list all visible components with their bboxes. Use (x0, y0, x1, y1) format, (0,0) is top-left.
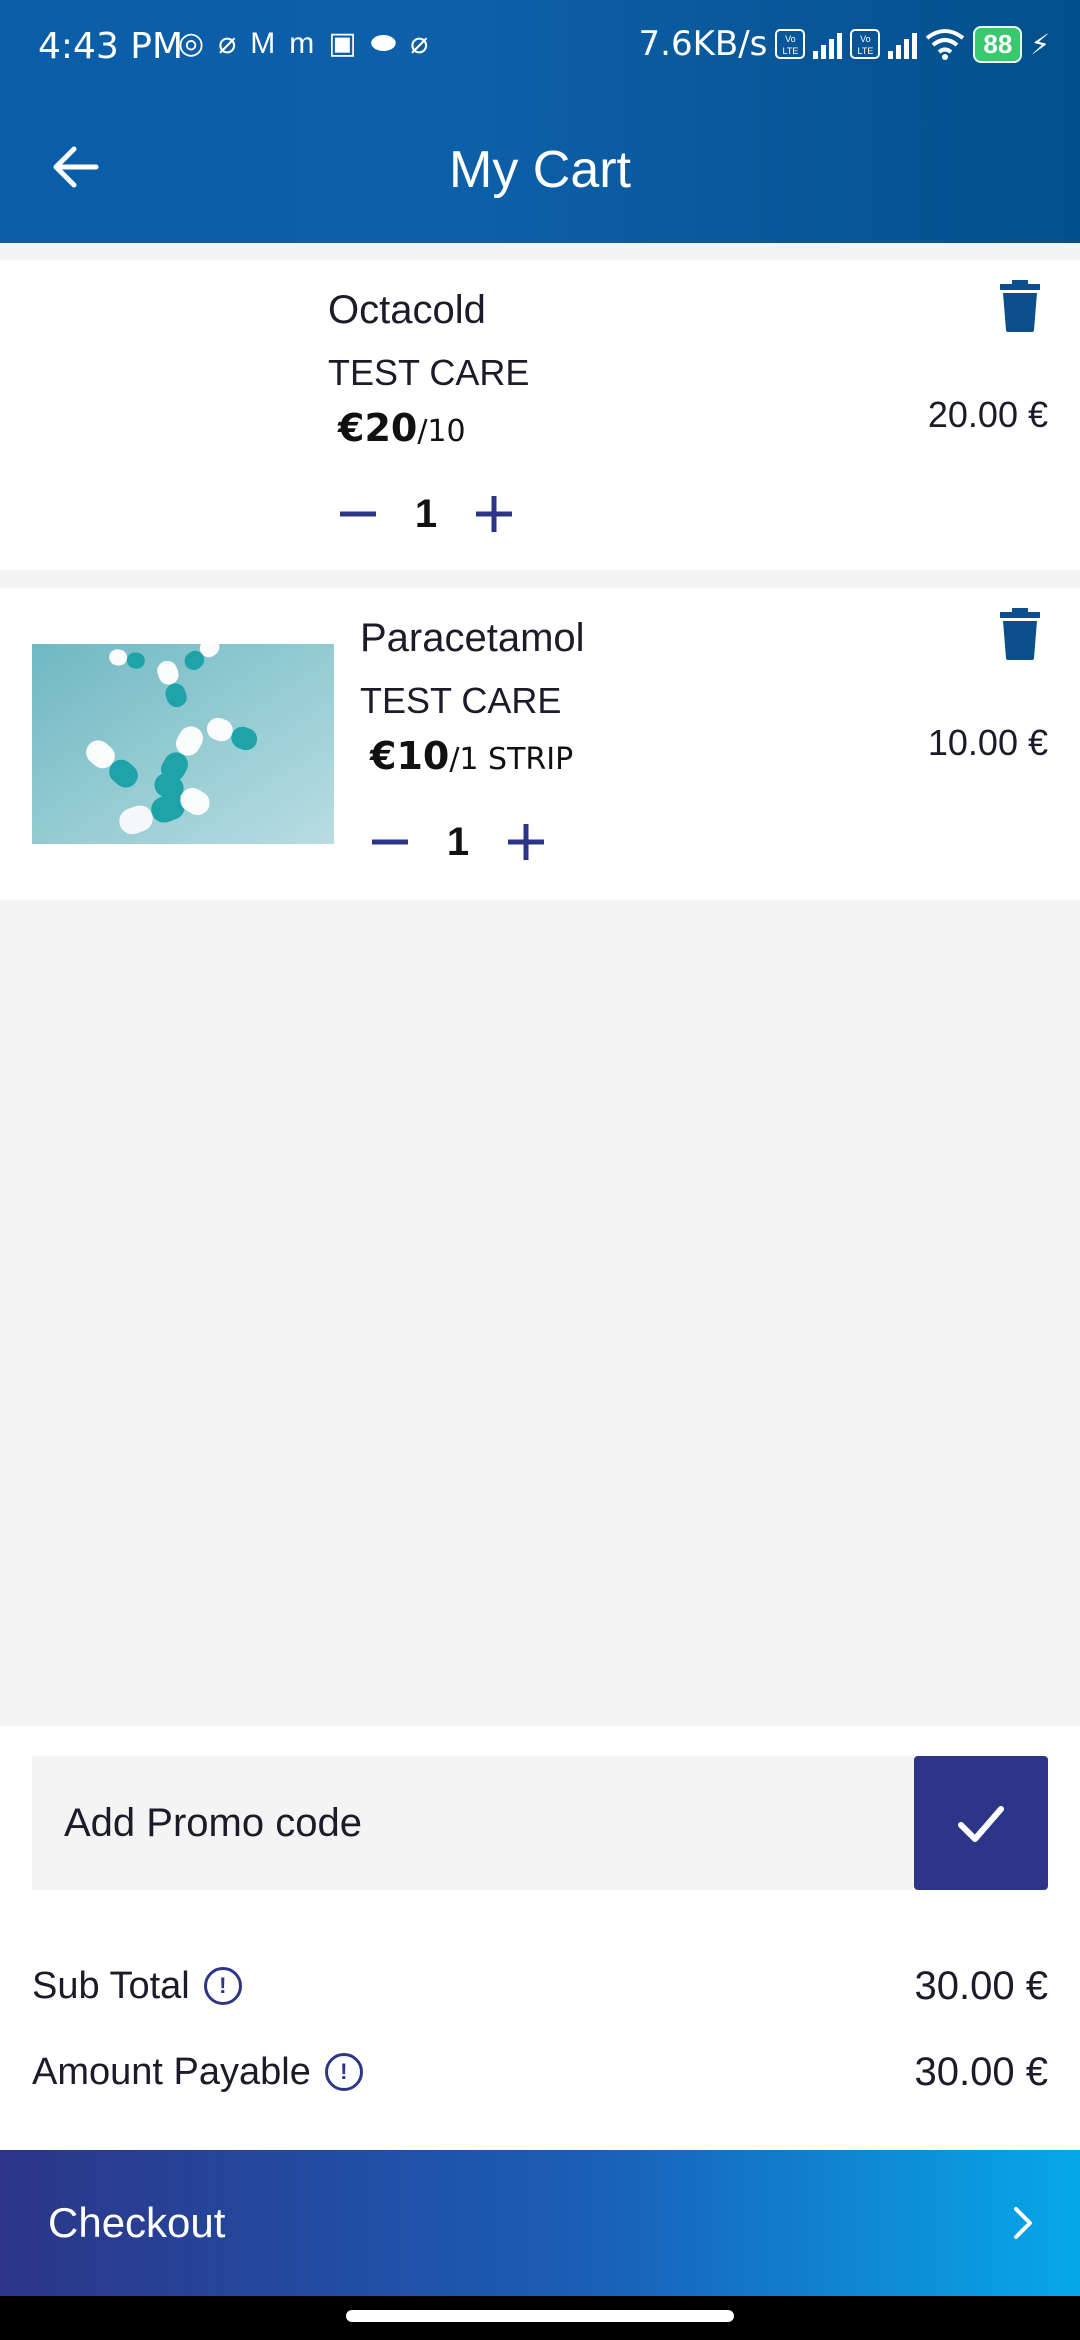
quantity-stepper: 1 (328, 484, 524, 544)
volte-icon: Vo LTE (775, 29, 806, 59)
chevron-right-icon (1014, 2207, 1032, 2239)
amount-payable-label-group: Amount Payable ! (32, 2051, 363, 2094)
checkout-label: Checkout (48, 2199, 226, 2246)
item-price: €10/1 STRIP (370, 734, 573, 778)
item-line-total: 10.00 € (927, 722, 1048, 763)
charging-icon: ⚡ (1030, 28, 1050, 60)
cart-item: Octacold TEST CARE €20/10 1 20.00 € (0, 260, 1080, 570)
delete-icon[interactable] (998, 280, 1042, 332)
item-line-total: 20.00 € (927, 394, 1048, 435)
app-notification-icon-2: ⌀ (410, 27, 429, 60)
plus-icon (508, 824, 544, 860)
check-icon (958, 1806, 1004, 1842)
wifi-icon (926, 29, 965, 60)
item-brand: TEST CARE (328, 352, 530, 393)
signal-icon (813, 29, 843, 59)
info-icon[interactable]: ! (203, 1967, 242, 2005)
promo-code-input[interactable] (32, 1756, 914, 1890)
delete-icon[interactable] (998, 608, 1042, 660)
gmail-icon: M (250, 27, 276, 60)
app-header: 4:43 PM ◎ ⌀ M m ▣ ⬬ ⌀ 7.6KB/s Vo LTE Vo … (0, 0, 1080, 243)
item-name: Octacold (328, 288, 486, 332)
item-price-unit: /1 STRIP (449, 742, 574, 777)
quantity-value: 1 (414, 491, 438, 536)
notification-icons: ◎ ⌀ M m ▣ ⬬ ⌀ (178, 24, 428, 64)
amount-payable-value: 30.00 € (914, 2049, 1048, 2094)
page-title: My Cart (449, 141, 631, 199)
item-brand: TEST CARE (360, 680, 562, 721)
order-summary-panel: Sub Total ! 30.00 € Amount Payable ! 30.… (0, 1726, 1080, 2150)
product-image[interactable] (32, 644, 334, 844)
capsules-image (32, 644, 334, 844)
system-navigation-bar (0, 2296, 1080, 2340)
vi-icon: ▣ (328, 27, 357, 60)
status-bar: 4:43 PM ◎ ⌀ M m ▣ ⬬ ⌀ 7.6KB/s Vo LTE Vo … (0, 0, 1080, 96)
item-price-unit: /10 (417, 414, 466, 449)
amount-payable-row: Amount Payable ! 30.00 € (32, 2042, 1048, 2102)
cart-item: Paracetamol TEST CARE €10/1 STRIP 1 10.0… (0, 588, 1080, 900)
item-price-amount: €20 (338, 406, 418, 450)
promo-code-box (32, 1756, 1048, 1890)
checkout-button[interactable]: Checkout (0, 2150, 1080, 2296)
volte-icon-2: Vo LTE (850, 29, 881, 59)
app-notification-icon: ⌀ (218, 27, 237, 60)
status-time: 4:43 PM (38, 26, 184, 67)
plus-icon (476, 496, 512, 532)
minus-icon (340, 511, 376, 517)
minus-icon (372, 839, 408, 845)
item-price-amount: €10 (370, 734, 450, 778)
increase-quantity-button[interactable] (464, 484, 524, 544)
cloud-icon: ⬬ (370, 27, 397, 60)
quantity-value: 1 (446, 819, 470, 864)
increase-quantity-button[interactable] (496, 812, 556, 872)
subtotal-label: Sub Total (32, 1964, 190, 2007)
amount-payable-label: Amount Payable (32, 2050, 311, 2093)
decrease-quantity-button[interactable] (328, 484, 388, 544)
item-name: Paracetamol (360, 616, 585, 660)
status-right: 7.6KB/s Vo LTE Vo LTE 88 ⚡ (639, 24, 1050, 64)
subtotal-value: 30.00 € (914, 1963, 1048, 2008)
battery-indicator: 88 (973, 25, 1023, 63)
decrease-quantity-button[interactable] (360, 812, 420, 872)
whatsapp-icon: ◎ (178, 27, 205, 60)
network-speed: 7.6KB/s (638, 24, 768, 64)
subtotal-label-group: Sub Total ! (32, 1965, 242, 2008)
apply-promo-button[interactable] (914, 1756, 1048, 1890)
home-gesture-handle[interactable] (346, 2310, 734, 2322)
item-price: €20/10 (338, 406, 466, 450)
info-icon[interactable]: ! (324, 2053, 363, 2091)
signal-icon-2 (888, 29, 918, 59)
m-app-icon: m (289, 27, 315, 60)
subtotal-row: Sub Total ! 30.00 € (32, 1956, 1048, 2016)
quantity-stepper: 1 (360, 812, 556, 872)
